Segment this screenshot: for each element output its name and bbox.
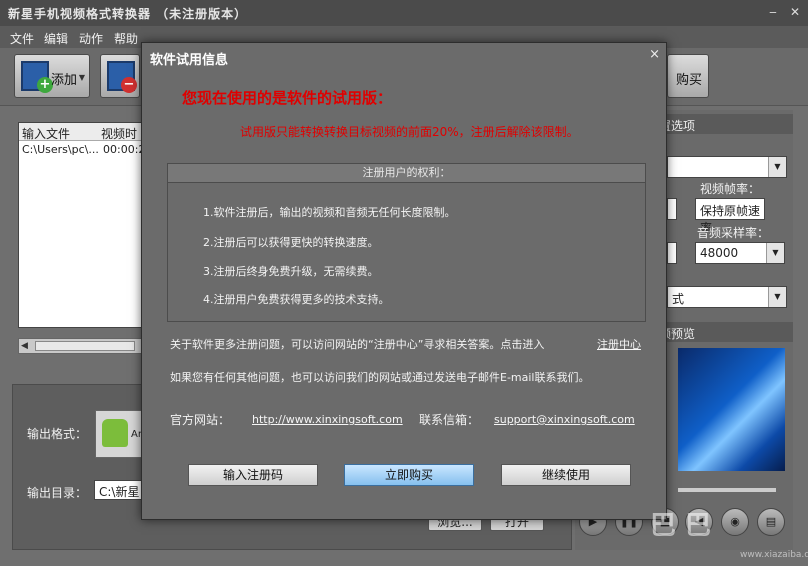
- continue-trial-button[interactable]: 继续使用: [501, 464, 631, 486]
- video-preview: [678, 348, 785, 471]
- column-input-file[interactable]: 输入文件: [22, 125, 70, 142]
- file-row-duration[interactable]: 00:00:2: [103, 143, 141, 156]
- register-center-link[interactable]: 注册中心: [597, 336, 641, 352]
- audio-codec-select[interactable]: [667, 242, 677, 264]
- right-item-1: 1.软件注册后，输出的视频和音频无任何长度限制。: [203, 206, 456, 219]
- column-video-duration[interactable]: 视频时: [101, 125, 137, 142]
- menu-help[interactable]: 帮助: [114, 30, 138, 47]
- buy-now-button[interactable]: 立即购买: [344, 464, 474, 486]
- website-link[interactable]: http://www.xinxingsoft.com: [252, 413, 403, 426]
- close-window-button[interactable]: ✕: [786, 3, 804, 21]
- chevron-down-icon[interactable]: ▼: [768, 287, 786, 307]
- remove-button[interactable]: −: [100, 54, 140, 98]
- mode-select[interactable]: 式 ▼: [667, 286, 787, 308]
- trial-info-dialog: 软件试用信息 × 您现在使用的是软件的试用版： 试用版只能转换转换目标视频的前面…: [141, 42, 667, 520]
- minus-icon: −: [121, 77, 137, 93]
- sample-rate-select[interactable]: 48000 ▼: [695, 242, 785, 264]
- scroll-left-icon[interactable]: ◀: [21, 341, 28, 351]
- add-button-label: 添加: [51, 73, 78, 88]
- rights-header: 注册用户的权利：: [168, 164, 645, 183]
- email-link[interactable]: support@xinxingsoft.com: [494, 413, 635, 426]
- buy-button[interactable]: 购买: [667, 54, 709, 98]
- preview-slider[interactable]: [678, 488, 776, 492]
- chevron-down-icon[interactable]: ▼: [766, 243, 784, 263]
- sample-rate-value: 48000: [700, 246, 739, 260]
- output-dir-field[interactable]: C:\新星: [94, 480, 144, 500]
- frame-rate-select[interactable]: 保持原帧速率: [695, 198, 765, 235]
- chevron-down-icon[interactable]: ▼: [768, 157, 786, 177]
- website-label: 官方网站：: [170, 413, 231, 427]
- right-item-3: 3.注册后终身免费升级，无需续费。: [203, 265, 379, 278]
- output-format-label: 输出格式：: [27, 427, 88, 441]
- android-icon: [102, 419, 128, 447]
- menu-edit[interactable]: 编辑: [44, 30, 68, 47]
- dialog-title: 软件试用信息: [150, 53, 229, 68]
- profile-select[interactable]: ▼: [667, 156, 787, 178]
- info-register-text: 关于软件更多注册问题，可以访问网站的“注册中心”寻求相关答案。点击进入: [170, 338, 545, 351]
- watermark-url: www.xiazaiba.com: [740, 550, 808, 560]
- title-bar: 新星手机视频格式转换器 （未注册版本） ‒ ✕: [0, 0, 808, 26]
- close-icon[interactable]: ×: [649, 47, 660, 62]
- file-row-path[interactable]: C:\Users\pc\...: [22, 143, 99, 156]
- trial-limit-note: 试用版只能转换转换目标视频的前面20%，注册后解除该限制。: [240, 125, 579, 139]
- add-button[interactable]: + 添加 ▼: [14, 54, 90, 98]
- email-label: 联系信箱：: [419, 413, 480, 427]
- minimize-button[interactable]: ‒: [764, 3, 782, 21]
- menu-file[interactable]: 文件: [10, 30, 34, 47]
- trial-headline: 您现在使用的是软件的试用版：: [182, 89, 393, 107]
- horizontal-scrollbar[interactable]: ◀: [18, 338, 142, 354]
- info-contact-text: 如果您有任何其他问题，也可以访问我们的网站或通过发送电子邮件E-mail联系我们…: [170, 371, 590, 384]
- output-dir-label: 输出目录：: [27, 486, 88, 500]
- output-format-selector[interactable]: Ar: [95, 410, 143, 458]
- video-size-select[interactable]: [667, 198, 677, 220]
- watermark-logo: 巴 巴: [650, 511, 712, 541]
- scroll-thumb[interactable]: [35, 341, 135, 351]
- file-list[interactable]: 输入文件 视频时 C:\Users\pc\... 00:00:2: [18, 122, 142, 328]
- enter-register-code-button[interactable]: 输入注册码: [188, 464, 318, 486]
- right-item-4: 4.注册用户免费获得更多的技术支持。: [203, 293, 390, 306]
- folder-icon[interactable]: ▤: [757, 508, 785, 536]
- frame-rate-label: 视频帧率：: [700, 182, 761, 196]
- right-item-2: 2.注册后可以获得更快的转换速度。: [203, 236, 379, 249]
- sample-rate-label: 音频采样率：: [697, 226, 770, 240]
- mode-value: 式: [672, 292, 685, 306]
- menu-action[interactable]: 动作: [79, 30, 103, 47]
- snapshot-icon[interactable]: ◉: [721, 508, 749, 536]
- chevron-down-icon[interactable]: ▼: [79, 73, 85, 82]
- file-list-header: 输入文件 视频时: [19, 123, 141, 141]
- window-title: 新星手机视频格式转换器 （未注册版本）: [8, 7, 248, 21]
- buy-button-label: 购买: [676, 73, 703, 88]
- registration-rights-box: 注册用户的权利： 1.软件注册后，输出的视频和音频无任何长度限制。 2.注册后可…: [167, 163, 646, 322]
